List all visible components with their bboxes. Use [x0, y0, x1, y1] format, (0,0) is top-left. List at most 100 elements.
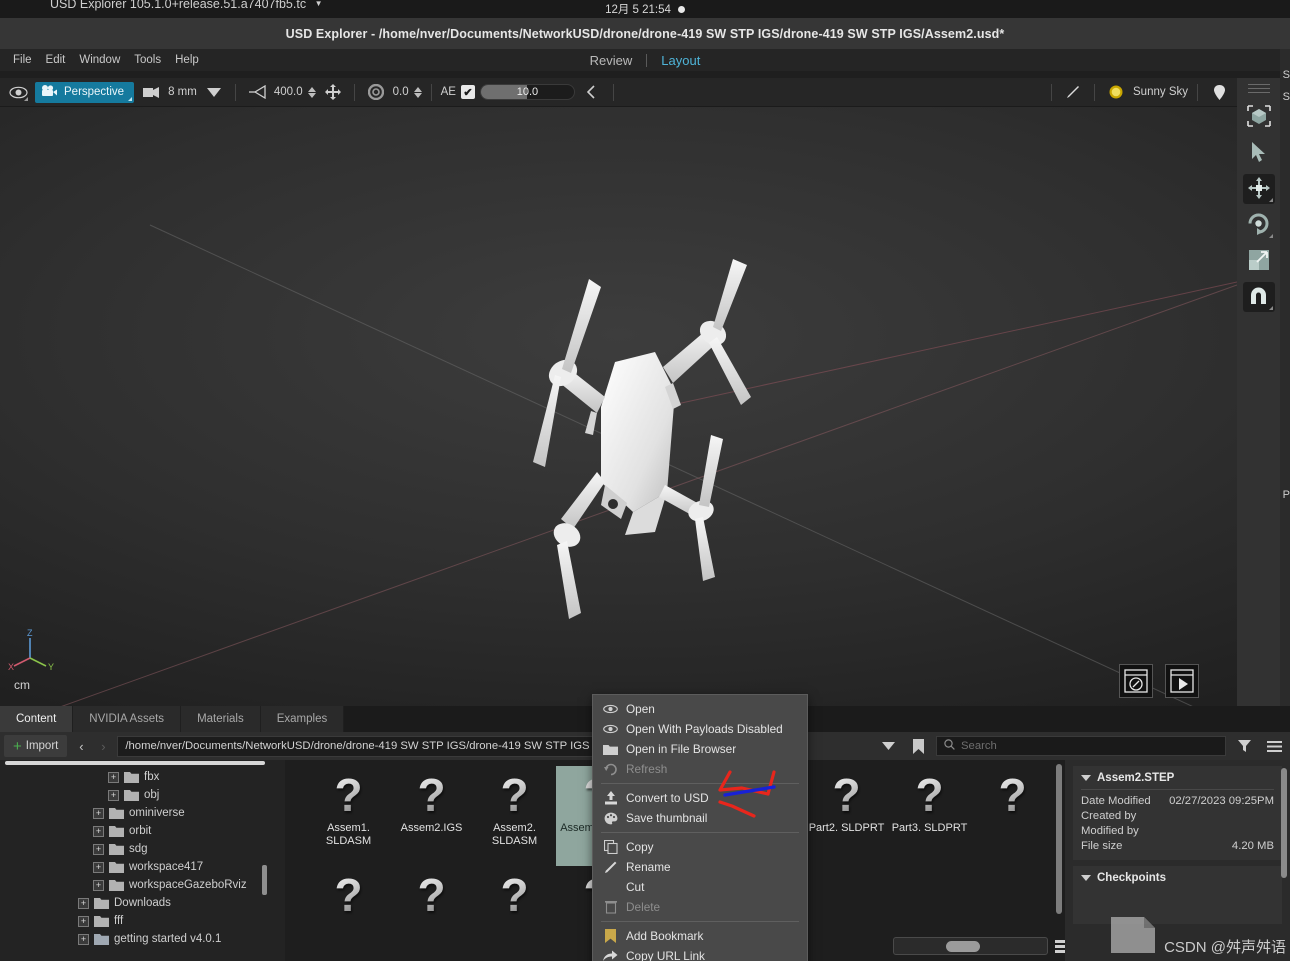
tree-item-downloads[interactable]: + Downloads	[0, 894, 285, 912]
file-tile[interactable]: ? Assem2.IGS	[390, 766, 473, 866]
chevron-down-icon[interactable]	[1081, 875, 1091, 881]
snap-tool[interactable]	[1242, 282, 1275, 312]
move-tool[interactable]	[1242, 174, 1275, 204]
expander-icon[interactable]: +	[78, 933, 89, 945]
tab-layout[interactable]: Layout	[647, 53, 714, 68]
menu-item-window[interactable]: Window	[72, 52, 127, 68]
select-tool[interactable]	[1243, 138, 1275, 168]
file-context-menu[interactable]: Open Open With Payloads Disabled Open in…	[592, 694, 808, 961]
viewport-play-button[interactable]	[1165, 664, 1199, 698]
tree-item-fff[interactable]: + fff	[0, 912, 285, 930]
axis-gizmo[interactable]: Z X Y	[8, 628, 60, 678]
search-input[interactable]: Search	[936, 736, 1226, 756]
environment-label[interactable]: Sunny Sky	[1133, 86, 1188, 98]
context-menu-item-open-with-payloads-disabled[interactable]: Open With Payloads Disabled	[593, 719, 807, 739]
context-menu-item-copy-url-link[interactable]: Copy URL Link	[593, 946, 807, 961]
tree-item-sdg[interactable]: + sdg	[0, 840, 285, 858]
menu-item-tools[interactable]: Tools	[127, 52, 168, 68]
expander-icon[interactable]: +	[93, 879, 104, 891]
menu-item-file[interactable]: File	[6, 52, 39, 68]
hamburger-icon[interactable]	[1262, 735, 1286, 757]
viewport-3d[interactable]: Z X Y cm	[0, 107, 1237, 706]
scale-tool[interactable]	[1243, 246, 1275, 276]
context-menu-item-convert-to-usd[interactable]: Convert to USD	[593, 788, 807, 808]
viewport-navigation-button[interactable]	[1119, 664, 1153, 698]
nav-back-button[interactable]: ‹	[73, 739, 89, 754]
expander-icon[interactable]: +	[108, 789, 119, 801]
thumbnail-size-slider[interactable]	[893, 937, 1048, 955]
chevron-down-icon[interactable]: ▼	[315, 0, 323, 8]
eye-icon[interactable]	[6, 81, 30, 103]
tree-item-workspacegazeborviz[interactable]: + workspaceGazeboRviz	[0, 876, 285, 894]
file-tile[interactable]: ? Part2. SLDPRT	[805, 766, 888, 866]
tree-vertical-scrollbar[interactable]	[262, 865, 267, 895]
context-menu-item-add-bookmark[interactable]: Add Bookmark	[593, 926, 807, 946]
context-menu-item-rename[interactable]: Rename	[593, 857, 807, 877]
chevron-left-icon[interactable]	[580, 81, 604, 103]
docked-panel-label-2[interactable]: S	[1283, 91, 1290, 103]
file-tile[interactable]: ? Part3. SLDPRT	[888, 766, 971, 866]
pencil-icon[interactable]	[1061, 81, 1085, 103]
file-info-header[interactable]: Assem2.STEP	[1081, 772, 1274, 784]
file-tile[interactable]: ?	[971, 766, 1054, 866]
os-window-title[interactable]: USD Explorer 105.1.0+release.51.a7407fb5…	[50, 0, 322, 11]
move-gizmo-icon[interactable]	[321, 81, 345, 103]
expander-icon[interactable]: +	[78, 897, 89, 909]
expander-icon[interactable]: +	[93, 861, 104, 873]
tab-nvidia-assets[interactable]: NVIDIA Assets	[73, 706, 182, 732]
bookmark-icon[interactable]	[906, 735, 930, 757]
expander-icon[interactable]: +	[93, 825, 104, 837]
folder-tree[interactable]: + fbx + obj + ominiverse + orbit + sdg +…	[0, 760, 285, 961]
map-pin-icon[interactable]	[1207, 81, 1231, 103]
funnel-icon[interactable]	[1232, 735, 1256, 757]
rotate-tool[interactable]	[1243, 210, 1275, 240]
context-menu-item-copy[interactable]: Copy	[593, 837, 807, 857]
file-tile[interactable]: ? Assem1. SLDASM	[307, 766, 390, 866]
list-view-button[interactable]	[1055, 937, 1065, 955]
tree-item-orbit[interactable]: + orbit	[0, 822, 285, 840]
tab-content[interactable]: Content	[0, 706, 74, 732]
tree-horizontal-scrollbar[interactable]	[5, 761, 265, 765]
aperture-value[interactable]: 0.0	[393, 86, 409, 98]
chevron-down-icon[interactable]	[876, 735, 900, 757]
context-menu-item-open-in-file-browser[interactable]: Open in File Browser	[593, 739, 807, 759]
ae-checkbox[interactable]: ✔	[460, 85, 475, 99]
tree-item-obj[interactable]: + obj	[0, 786, 285, 804]
docked-panel-label-3[interactable]: P	[1283, 489, 1290, 501]
context-menu-item-save-thumbnail[interactable]: Save thumbnail	[593, 808, 807, 828]
chevron-down-icon[interactable]	[1081, 775, 1091, 781]
tree-item-fbx[interactable]: + fbx	[0, 768, 285, 786]
exposure-slider[interactable]: 10.0	[479, 84, 575, 100]
expander-icon[interactable]: +	[93, 807, 104, 819]
tab-materials[interactable]: Materials	[181, 706, 261, 732]
tree-item-workspace417[interactable]: + workspace417	[0, 858, 285, 876]
drone-model[interactable]	[505, 257, 765, 647]
expander-icon[interactable]: +	[78, 915, 89, 927]
aperture-stepper[interactable]	[413, 86, 422, 98]
tree-item-getting-started[interactable]: + getting started v4.0.1	[0, 930, 285, 948]
context-menu-item-cut[interactable]: Cut	[593, 877, 807, 897]
file-tile[interactable]: ?	[390, 866, 473, 961]
docked-panel-label-1[interactable]: S	[1283, 69, 1290, 81]
properties-vertical-scrollbar[interactable]	[1281, 768, 1287, 878]
speed-value[interactable]: 400.0	[274, 86, 303, 98]
tree-item-ominiverse[interactable]: + ominiverse	[0, 804, 285, 822]
nav-forward-button[interactable]: ›	[95, 739, 111, 754]
menu-item-edit[interactable]: Edit	[39, 52, 73, 68]
thumbnail-size-slider-handle[interactable]	[946, 940, 980, 952]
file-tile[interactable]: ?	[307, 866, 390, 961]
context-menu-item-open[interactable]: Open	[593, 699, 807, 719]
toolbar-grip[interactable]	[1247, 84, 1270, 93]
import-button[interactable]: + Import	[4, 735, 68, 757]
menu-item-help[interactable]: Help	[168, 52, 206, 68]
select-bounds-tool[interactable]	[1243, 102, 1275, 132]
expander-icon[interactable]: +	[108, 771, 119, 783]
lens-value[interactable]: 8 mm	[168, 86, 197, 98]
tab-review[interactable]: Review	[576, 53, 647, 68]
checkpoints-header[interactable]: Checkpoints	[1081, 872, 1274, 884]
chevron-down-icon[interactable]	[202, 81, 226, 103]
file-tile[interactable]: ?	[473, 866, 556, 961]
tab-examples[interactable]: Examples	[260, 706, 345, 732]
speed-stepper[interactable]	[307, 86, 316, 98]
file-tile[interactable]: ? Assem2. SLDASM	[473, 766, 556, 866]
